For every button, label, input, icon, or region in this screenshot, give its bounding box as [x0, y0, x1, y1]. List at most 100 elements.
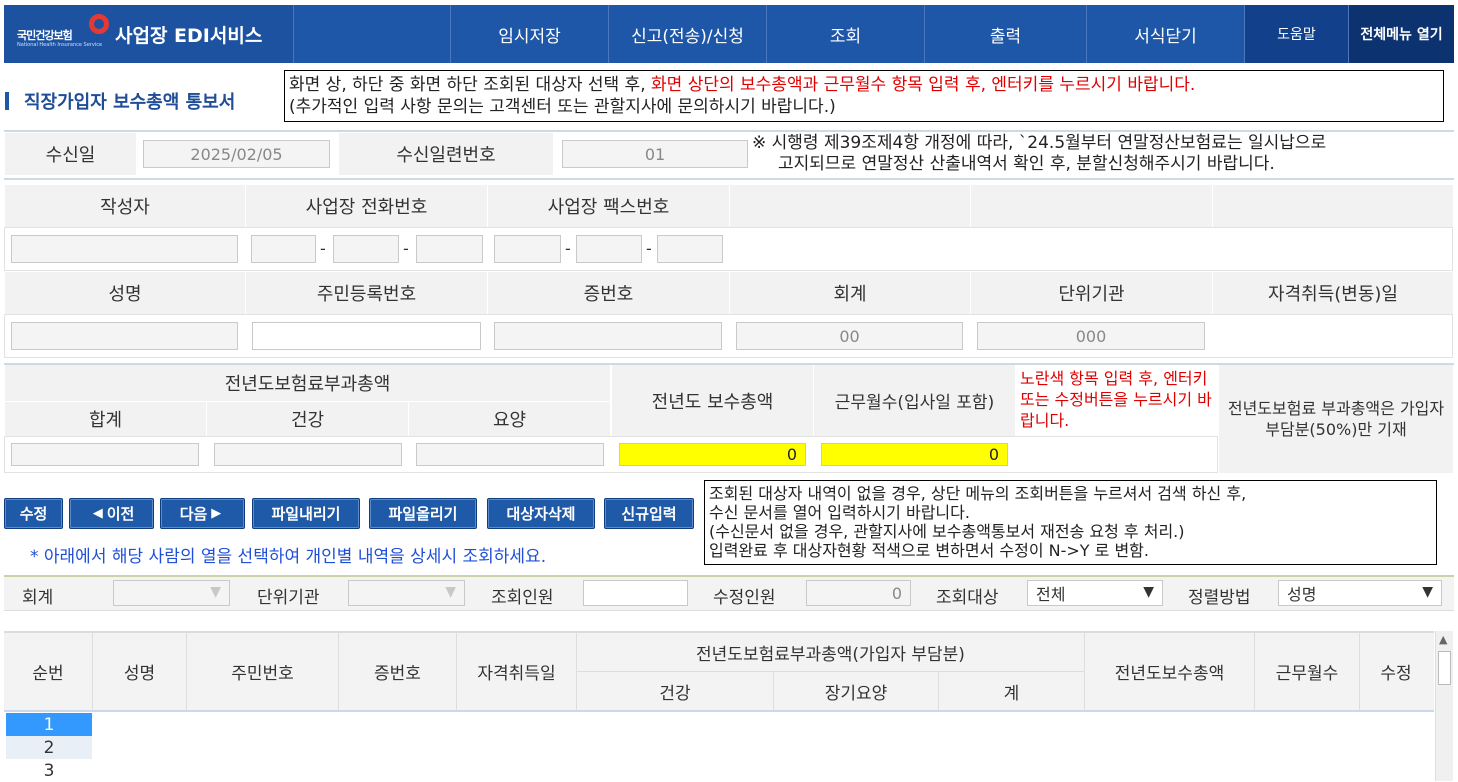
receipt-serial-label: 수신일련번호: [339, 133, 553, 175]
nav-submit[interactable]: 신고(전송)/신청: [608, 5, 766, 63]
edit-button[interactable]: 수정: [4, 498, 63, 529]
result-grid-header: 순번 성명 주민번호 증번호 자격취득일 전년도보험료부과총액(가입자 부담분)…: [4, 631, 1434, 712]
file-download-button[interactable]: 파일내리기: [252, 498, 360, 529]
chevron-down-icon: ▼: [1143, 584, 1154, 600]
nav-search[interactable]: 조회: [766, 5, 924, 63]
filter-target-select[interactable]: 전체 ▼: [1027, 580, 1163, 606]
filter-sort-value: 성명: [1287, 585, 1317, 604]
col-edited[interactable]: 수정: [1360, 633, 1432, 710]
total-pay-input[interactable]: 0: [619, 443, 806, 466]
name-input[interactable]: [11, 322, 238, 350]
brand-logo[interactable]: 국민건강보험 National Health Insurance Service…: [4, 5, 294, 63]
col-work-months[interactable]: 근무월수: [1255, 633, 1359, 710]
phone-input-3[interactable]: [416, 235, 483, 263]
account-input[interactable]: 00: [736, 322, 963, 350]
col-seq[interactable]: 순번: [4, 633, 92, 710]
top-navigation-bar: 국민건강보험 National Health Insurance Service…: [4, 5, 1454, 63]
col-name[interactable]: 성명: [93, 633, 186, 710]
filter-unit-label: 단위기관: [257, 588, 320, 608]
top-notice-text-line2: (추가적인 입력 사항 문의는 고객센터 또는 관할지사에 문의하시기 바랍니다…: [289, 97, 836, 117]
prev-button-label: 이전: [106, 505, 135, 523]
empty-header-cell: [971, 185, 1212, 227]
fax-dash: -: [646, 239, 652, 258]
arrow-right-icon: ▶: [211, 506, 222, 521]
file-upload-button[interactable]: 파일올리기: [369, 498, 477, 529]
chevron-down-icon: ▼: [1422, 584, 1433, 600]
cert-label: 증번호: [488, 272, 729, 314]
col-pay-total[interactable]: 전년도보수총액: [1085, 633, 1254, 710]
receipt-date-input[interactable]: 2025/02/05: [143, 140, 330, 168]
filter-target-label: 조회대상: [936, 588, 999, 608]
next-button[interactable]: 다음 ▶: [160, 498, 245, 529]
filter-account-select[interactable]: ▼: [113, 580, 230, 606]
delete-target-button[interactable]: 대상자삭제: [487, 498, 595, 529]
filter-sort-label: 정렬방법: [1188, 588, 1251, 608]
top-notice-red-text: 화면 상단의 보수총액과 근무월수 항목 입력 후, 엔터키를 누르시기 바랍니…: [651, 75, 1196, 95]
filter-unit-select[interactable]: ▼: [348, 580, 465, 606]
brand-org-subtitle: National Health Insurance Service: [17, 42, 103, 48]
mid-notice-line: (수신문서 없을 경우, 관할지사에 보수총액통보서 재전송 요청 후 처리.): [709, 522, 1185, 541]
mid-notice-line: 조회된 대상자 내역이 없을 경우, 상단 메뉴의 조회버튼을 누르셔서 검색 …: [709, 484, 1247, 503]
phone-dash: -: [403, 239, 409, 258]
nav-print[interactable]: 출력: [924, 5, 1086, 63]
mid-notice-line: 입력완료 후 대상자현황 적색으로 변하면서 수정이 N->Y 로 변함.: [709, 541, 1149, 560]
premium-health-input[interactable]: [214, 443, 402, 466]
premium-note: 전년도보험료 부과총액은 가입자부담분(50%)만 기재: [1219, 365, 1453, 473]
chevron-down-icon: ▼: [210, 584, 221, 600]
fax-input-2[interactable]: [576, 235, 642, 263]
next-button-label: 다음: [179, 505, 208, 523]
table-row[interactable]: 3: [6, 759, 92, 782]
col-health[interactable]: 건강: [577, 672, 773, 710]
table-row[interactable]: 1: [6, 713, 92, 736]
col-cert[interactable]: 증번호: [339, 633, 456, 710]
phone-input-1[interactable]: [251, 235, 316, 263]
name-label: 성명: [5, 272, 245, 314]
work-months-input[interactable]: 0: [821, 443, 1008, 466]
writer-input[interactable]: [11, 235, 238, 263]
arrow-left-icon: ◀: [92, 506, 103, 521]
section-divider: [4, 130, 1454, 132]
receipt-notice-line1: ※ 시행령 제39조제4항 개정에 따라, `24.5월부터 연말정산보험료는 …: [752, 133, 1327, 153]
col-premium-group: 전년도보험료부과총액(가입자 부담분): [696, 644, 965, 665]
receipt-serial-input[interactable]: 01: [562, 140, 748, 168]
nav-temp-save[interactable]: 임시저장: [450, 5, 608, 63]
mid-notice-line: 수신 문서를 열어 입력하시기 바랍니다.: [709, 503, 970, 522]
scroll-thumb[interactable]: [1438, 651, 1451, 685]
premium-sum-input[interactable]: [11, 443, 199, 466]
brand-service-title: 사업장 EDI서비스: [115, 25, 263, 47]
nav-all-menu[interactable]: 전체메뉴 열기: [1348, 5, 1454, 63]
phone-dash: -: [320, 239, 326, 258]
col-ltc[interactable]: 장기요양: [774, 672, 938, 710]
page-title: 직장가입자 보수총액 통보서: [24, 92, 236, 113]
mid-notice-box: 조회된 대상자 내역이 없을 경우, 상단 메뉴의 조회버튼을 누르셔서 검색 …: [704, 480, 1437, 565]
new-entry-button[interactable]: 신규입력: [604, 498, 694, 529]
nav-help[interactable]: 도움말: [1244, 5, 1348, 63]
title-accent-bar: [5, 92, 9, 110]
cert-input[interactable]: [494, 322, 722, 350]
account-label: 회계: [730, 272, 970, 314]
nav-close-form[interactable]: 서식닫기: [1086, 5, 1244, 63]
grid-scrollbar[interactable]: ▲: [1435, 631, 1453, 781]
fax-input-1[interactable]: [494, 235, 561, 263]
fax-input-3[interactable]: [657, 235, 723, 263]
prev-button[interactable]: ◀ 이전: [69, 498, 154, 529]
rrn-input[interactable]: [252, 322, 481, 350]
premium-health-label: 건강: [207, 402, 408, 436]
receipt-date-label: 수신일: [5, 133, 136, 175]
receipt-notice: ※ 시행령 제39조제4항 개정에 따라, `24.5월부터 연말정산보험료는 …: [752, 133, 1452, 175]
phone-input-2[interactable]: [333, 235, 399, 263]
unit-input[interactable]: 000: [977, 322, 1205, 350]
premium-care-input[interactable]: [416, 443, 604, 466]
empty-header-cell: [1213, 185, 1453, 227]
table-row[interactable]: 2: [6, 736, 92, 759]
col-rrn[interactable]: 주민번호: [187, 633, 338, 710]
section-divider: [4, 178, 1454, 180]
col-qualify-date[interactable]: 자격취득일: [457, 633, 576, 710]
fax-label: 사업장 팩스번호: [488, 185, 729, 227]
rrn-label: 주민등록번호: [246, 272, 487, 314]
premium-care-label: 요양: [409, 402, 610, 436]
filter-sort-select[interactable]: 성명 ▼: [1278, 580, 1442, 606]
col-total[interactable]: 계: [939, 672, 1084, 710]
scroll-up-icon[interactable]: ▲: [1439, 633, 1447, 646]
top-notice-box: 화면 상, 하단 중 화면 하단 조회된 대상자 선택 후, 화면 상단의 보수…: [284, 70, 1444, 122]
